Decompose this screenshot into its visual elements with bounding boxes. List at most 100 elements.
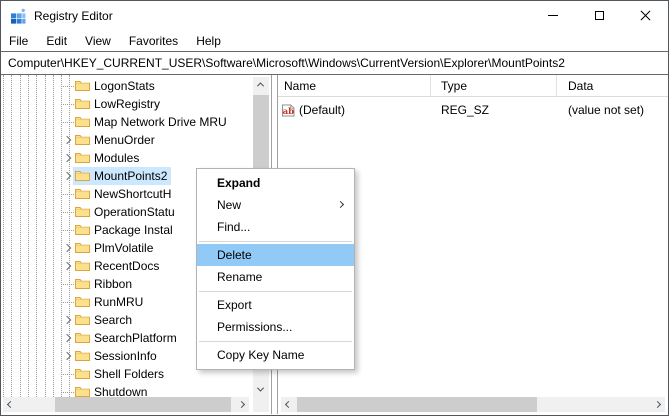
- tree-item-logonstats[interactable]: LogonStats: [1, 77, 253, 95]
- expand-chevron-icon[interactable]: [63, 262, 71, 270]
- folder-icon: [75, 134, 90, 146]
- folder-icon: [75, 314, 90, 326]
- tree-item-label: Shell Folders: [94, 367, 164, 381]
- submenu-chevron-icon: [337, 201, 344, 208]
- context-menu: ExpandNewFind... DeleteRename ExportPermis…: [196, 168, 355, 370]
- chevron-left-icon: [7, 401, 14, 408]
- expand-chevron-icon[interactable]: [63, 244, 71, 252]
- chevron-right-icon: [654, 401, 661, 408]
- column-header-name[interactable]: Name: [278, 75, 431, 96]
- scroll-left-button[interactable]: [281, 397, 296, 412]
- folder-icon: [75, 278, 90, 290]
- chevron-down-icon: [257, 385, 264, 392]
- tree-item-label: SearchPlatform: [94, 331, 177, 345]
- list-horizontal-scrollbar[interactable]: [281, 397, 665, 412]
- tree-item-menuorder[interactable]: MenuOrder: [1, 131, 253, 149]
- folder-icon: [75, 296, 90, 308]
- folder-icon: [75, 260, 90, 272]
- window-title: Registry Editor: [34, 9, 113, 23]
- folder-icon: [75, 242, 90, 254]
- tree-item-lowregistry[interactable]: LowRegistry: [1, 95, 253, 113]
- context-menu-item-permissions-[interactable]: Permissions...: [197, 316, 354, 338]
- tree-hscroll-thumb[interactable]: [55, 397, 231, 412]
- chevron-up-icon: [257, 82, 264, 89]
- tree-item-label: PlmVolatile: [94, 241, 153, 255]
- menu-file[interactable]: File: [2, 31, 39, 52]
- expand-chevron-icon[interactable]: [63, 334, 71, 342]
- context-menu-item-export[interactable]: Export: [197, 294, 354, 316]
- close-button[interactable]: [622, 1, 668, 30]
- expand-chevron-icon[interactable]: [63, 316, 71, 324]
- maximize-button[interactable]: [576, 1, 622, 30]
- menu-edit[interactable]: Edit: [39, 31, 78, 52]
- menu-bar: FileEditViewFavoritesHelp: [1, 31, 668, 51]
- menu-separator: [199, 241, 352, 242]
- expand-chevron-icon[interactable]: [63, 136, 71, 144]
- expand-chevron-icon[interactable]: [63, 352, 71, 360]
- registry-icon: [10, 8, 26, 24]
- column-header-type[interactable]: Type: [431, 75, 557, 96]
- scroll-right-button[interactable]: [650, 397, 665, 412]
- menu-help[interactable]: Help: [189, 31, 232, 52]
- tree-item-label: Shutdown: [94, 385, 147, 397]
- context-menu-item-copy-key-name[interactable]: Copy Key Name: [197, 344, 354, 366]
- folder-icon: [75, 332, 90, 344]
- folder-icon: [75, 116, 90, 128]
- folder-icon: [75, 368, 90, 380]
- tree-horizontal-scrollbar[interactable]: [3, 397, 249, 412]
- minimize-icon: [548, 15, 558, 16]
- scroll-right-button[interactable]: [234, 397, 249, 412]
- context-menu-item-rename[interactable]: Rename: [197, 266, 354, 288]
- context-menu-item-find-[interactable]: Find...: [197, 216, 354, 238]
- tree-item-label: MountPoints2: [94, 169, 167, 183]
- tree-item-label: Ribbon: [94, 277, 132, 291]
- close-icon: [640, 10, 651, 21]
- svg-text:ab: ab: [283, 107, 295, 117]
- tree-item-label: NewShortcutH: [94, 187, 171, 201]
- list-hscroll-thumb[interactable]: [297, 397, 537, 412]
- folder-icon: [75, 350, 90, 362]
- tree-item-label: Package Instal: [94, 223, 173, 237]
- context-menu-item-new[interactable]: New: [197, 194, 354, 216]
- expand-chevron-icon[interactable]: [63, 172, 71, 180]
- list-header: Name Type Data: [278, 75, 668, 97]
- expand-chevron-icon[interactable]: [63, 154, 71, 162]
- menu-view[interactable]: View: [78, 31, 122, 52]
- menu-favorites[interactable]: Favorites: [122, 31, 189, 52]
- tree-item-label: LowRegistry: [94, 97, 160, 111]
- context-menu-item-delete[interactable]: Delete: [197, 244, 354, 266]
- value-row-default[interactable]: ab (Default) REG_SZ (value not set): [278, 101, 668, 119]
- tree-item-label: SessionInfo: [94, 349, 157, 363]
- folder-icon: [75, 188, 90, 200]
- tree-item-modules[interactable]: Modules: [1, 149, 253, 167]
- tree-item-label: Search: [94, 313, 132, 327]
- string-value-icon: ab: [281, 104, 296, 117]
- tree-item-label: Map Network Drive MRU: [94, 115, 227, 129]
- scroll-up-button[interactable]: [253, 77, 268, 92]
- context-menu-item-expand[interactable]: Expand: [197, 172, 354, 194]
- scroll-left-button[interactable]: [3, 397, 18, 412]
- address-bar-input[interactable]: Computer\HKEY_CURRENT_USER\Software\Micr…: [1, 51, 668, 75]
- scroll-down-button[interactable]: [253, 382, 268, 397]
- tree-item-label: Modules: [94, 151, 139, 165]
- menu-separator: [199, 291, 352, 292]
- minimize-button[interactable]: [530, 1, 576, 30]
- tree-item-shutdown[interactable]: Shutdown: [1, 383, 253, 397]
- title-bar: Registry Editor: [1, 1, 668, 31]
- value-name-cell: ab (Default): [278, 103, 431, 117]
- tree-item-label: OperationStatu: [94, 205, 175, 219]
- chevron-left-icon: [285, 401, 292, 408]
- folder-icon: [75, 386, 90, 397]
- column-header-data[interactable]: Data: [557, 75, 668, 96]
- chevron-right-icon: [238, 401, 245, 408]
- tree-item-label: RunMRU: [94, 295, 143, 309]
- value-data-cell: (value not set): [557, 103, 668, 117]
- tree-vscroll-thumb[interactable]: [253, 95, 269, 173]
- tree-item-map-network-drive-mru[interactable]: Map Network Drive MRU: [1, 113, 253, 131]
- folder-icon: [75, 224, 90, 236]
- folder-icon: [75, 206, 90, 218]
- tree-item-label: MenuOrder: [94, 133, 155, 147]
- value-name: (Default): [299, 103, 345, 117]
- tree-item-label: RecentDocs: [94, 259, 159, 273]
- tree-item-label: LogonStats: [94, 79, 155, 93]
